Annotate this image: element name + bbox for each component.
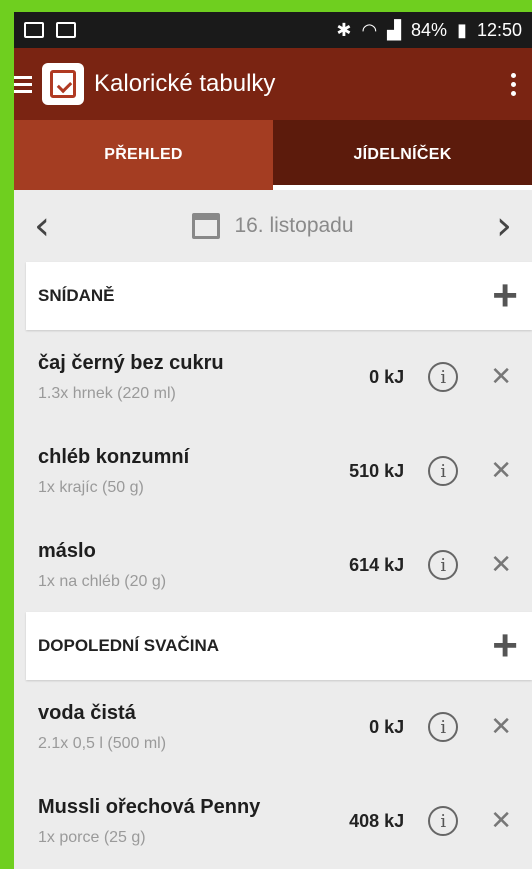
remove-icon[interactable]: ✕ [490,456,512,486]
phone-screen: ✱ ◠ ▟ 84% ▮ 12:50 Kalorické tabulky PŘEH… [14,12,532,869]
chevron-right-icon[interactable]: › [486,206,522,246]
tab-bar: PŘEHLED JÍDELNÍČEK [14,120,532,190]
food-energy: 0 kJ [369,366,405,387]
add-food-icon[interactable]: + [492,624,518,668]
food-portion: 1x krajíc (50 g) [38,478,144,496]
meal-section-header: SNÍDANĚ + [26,262,532,330]
remove-icon[interactable]: ✕ [490,806,512,836]
photo-notification-icon [56,22,76,38]
battery-icon: ▮ [457,19,467,40]
food-name: chléb konzumní [38,445,190,468]
food-row[interactable]: chléb konzumní 1x krajíc (50 g) 510 kJ i… [14,424,532,518]
current-date: 16. listopadu [234,214,354,237]
gallery-notification-icon [24,22,44,38]
food-row[interactable]: voda čistá 2.1x 0,5 l (500 ml) 0 kJ i ✕ [14,680,532,774]
battery-level: 84% [411,19,448,40]
info-icon[interactable]: i [428,712,459,742]
info-icon[interactable]: i [428,550,459,580]
date-navigator: ‹ 16. listopadu › [14,190,532,262]
calorie-tables-logo-icon [42,63,84,105]
food-portion: 1x na chléb (20 g) [38,572,167,590]
clock: 12:50 [476,19,522,40]
food-name: voda čistá [38,701,136,724]
tab-prehled[interactable]: PŘEHLED [14,120,273,190]
app-title: Kalorické tabulky [94,70,276,97]
food-name: máslo [38,539,96,562]
meal-title: DOPOLEDNÍ SVAČINA [38,636,220,655]
chevron-left-icon[interactable]: ‹ [24,206,60,246]
signal-icon: ▟ [387,19,402,40]
app-bar: Kalorické tabulky [14,48,532,120]
food-name: čaj černý bez cukru [38,351,224,374]
info-icon[interactable]: i [428,362,459,392]
food-energy: 0 kJ [369,716,405,737]
status-bar: ✱ ◠ ▟ 84% ▮ 12:50 [14,12,532,48]
food-portion: 2.1x 0,5 l (500 ml) [38,734,167,752]
add-food-icon[interactable]: + [492,274,518,318]
bluetooth-icon: ✱ [336,19,352,40]
remove-icon[interactable]: ✕ [490,362,512,392]
date-picker[interactable]: 16. listopadu [60,213,486,239]
meal-section-header: DOPOLEDNÍ SVAČINA + [26,612,532,680]
calendar-icon [192,213,221,239]
food-row[interactable]: Mussli ořechová Penny 1x porce (25 g) 40… [14,774,532,868]
more-vert-icon[interactable] [505,72,522,96]
wifi-icon: ◠ [361,19,378,40]
food-energy: 614 kJ [349,554,405,575]
food-portion: 1x porce (25 g) [38,828,146,846]
food-name: Mussli ořechová Penny [38,795,261,818]
info-icon[interactable]: i [428,456,459,486]
drawer-menu-icon[interactable] [14,75,32,93]
remove-icon[interactable]: ✕ [490,712,512,742]
food-row[interactable]: čaj černý bez cukru 1.3x hrnek (220 ml) … [14,330,532,424]
meal-title: SNÍDANĚ [38,286,115,305]
tab-jidelnicek[interactable]: JÍDELNÍČEK [273,120,532,190]
food-row[interactable]: máslo 1x na chléb (20 g) 614 kJ i ✕ [14,518,532,612]
food-energy: 510 kJ [349,460,405,481]
info-icon[interactable]: i [428,806,459,836]
food-portion: 1.3x hrnek (220 ml) [38,384,176,402]
food-energy: 408 kJ [349,810,405,831]
remove-icon[interactable]: ✕ [490,550,512,580]
